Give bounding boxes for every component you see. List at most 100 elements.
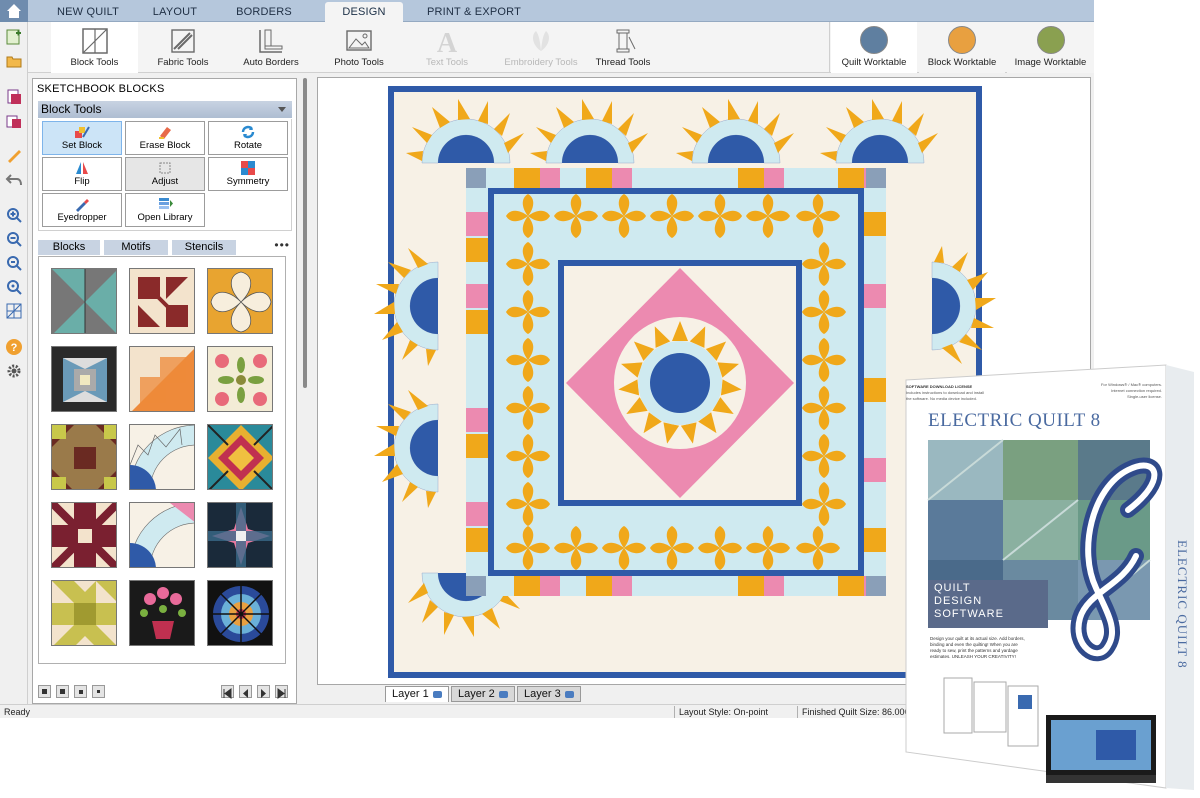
block-thumbnail[interactable]: [129, 268, 195, 334]
block-thumbnail[interactable]: [129, 346, 195, 412]
tab-design[interactable]: DESIGN: [325, 2, 403, 22]
block-thumbnail[interactable]: [207, 580, 273, 646]
view-size-tiny[interactable]: [92, 685, 105, 698]
settings-icon[interactable]: [5, 362, 23, 380]
quilt-size-status: Finished Quilt Size: 86.000: [797, 706, 907, 718]
block-thumbnail[interactable]: [129, 502, 195, 568]
flip-icon: [76, 162, 88, 174]
block-thumbnail[interactable]: [51, 580, 117, 646]
embroidery-tools-label: Embroidery Tools: [504, 57, 578, 68]
requirements-line-3: Single-user license.: [1127, 394, 1162, 399]
open-file-icon[interactable]: [5, 52, 23, 70]
next-page-button[interactable]: [257, 685, 270, 698]
tab-stencils[interactable]: Stencils: [172, 240, 236, 255]
view-size-medium[interactable]: [56, 685, 69, 698]
tab-motifs[interactable]: Motifs: [104, 240, 168, 255]
block-thumbnail[interactable]: [51, 502, 117, 568]
zoom-out-icon[interactable]: [5, 230, 23, 248]
block-thumbnail[interactable]: [207, 346, 273, 412]
home-button[interactable]: [0, 0, 28, 22]
erase-block-label: Erase Block: [139, 140, 191, 151]
save-icon[interactable]: [5, 88, 23, 106]
thread-tools-icon: [616, 29, 636, 53]
pencil-icon[interactable]: [5, 146, 23, 164]
tab-print-export[interactable]: PRINT & EXPORT: [418, 2, 530, 22]
box-subtitle-line-2: DESIGN: [934, 595, 983, 607]
requirements-line-1: For Windows® / Mac® computers.: [1100, 382, 1162, 387]
symmetry-button[interactable]: Symmetry: [208, 157, 288, 191]
license-title: SOFTWARE DOWNLOAD LICENSE: [906, 384, 973, 389]
block-thumbnail[interactable]: [207, 268, 273, 334]
block-worktable-label: Block Worktable: [927, 57, 997, 68]
text-tools-icon: A: [437, 28, 458, 55]
set-block-label: Set Block: [61, 140, 103, 151]
view-size-small[interactable]: [74, 685, 87, 698]
open-library-button[interactable]: Open Library: [125, 193, 205, 227]
tab-layout[interactable]: LAYOUT: [136, 2, 214, 22]
panel-bottom-toolbar: [38, 683, 292, 699]
first-page-button[interactable]: [221, 685, 234, 699]
tab-layer-3[interactable]: Layer 3: [517, 686, 581, 702]
svg-text:?: ?: [11, 342, 18, 354]
set-block-button[interactable]: Set Block: [42, 121, 122, 155]
auto-borders-button[interactable]: Auto Borders: [228, 22, 314, 73]
tab-layer-2[interactable]: Layer 2: [451, 686, 515, 702]
photo-tools-button[interactable]: Photo Tools: [318, 22, 400, 73]
block-worktable-button[interactable]: Block Worktable: [919, 22, 1005, 73]
embroidery-tools-button[interactable]: Embroidery Tools: [491, 22, 591, 73]
erase-block-icon: [159, 127, 171, 139]
block-thumbnail[interactable]: [51, 346, 117, 412]
adjust-label: Adjust: [151, 176, 179, 187]
quilt-worktable-button[interactable]: Quilt Worktable: [831, 22, 917, 73]
last-page-button[interactable]: [275, 685, 288, 699]
layer-1-label: Layer 1: [392, 688, 429, 700]
open-library-icon: [159, 198, 173, 209]
eyedropper-button[interactable]: Eyedropper: [42, 193, 122, 227]
tab-blocks[interactable]: Blocks: [38, 240, 100, 255]
print-icon[interactable]: [5, 112, 23, 130]
adjust-button[interactable]: Adjust: [125, 157, 205, 191]
more-options-button[interactable]: •••: [274, 238, 290, 252]
zoom-in-icon[interactable]: [5, 206, 23, 224]
rotate-button[interactable]: Rotate: [208, 121, 288, 155]
prev-page-button[interactable]: [239, 685, 252, 698]
thread-tools-button[interactable]: Thread Tools: [583, 22, 663, 73]
image-worktable-label: Image Worktable: [1014, 57, 1087, 68]
block-tools-header[interactable]: Block Tools: [38, 101, 292, 118]
zoom-box-icon[interactable]: [5, 278, 23, 296]
block-thumbnail[interactable]: [207, 502, 273, 568]
block-thumbnail[interactable]: [129, 424, 195, 490]
tab-new-quilt[interactable]: NEW QUILT: [40, 2, 136, 22]
embroidery-tools-icon: [533, 31, 549, 51]
block-thumbnail[interactable]: [129, 580, 195, 646]
block-tools-label: Block Tools: [70, 57, 119, 68]
flip-button[interactable]: Flip: [42, 157, 122, 191]
zoom-fit-icon[interactable]: [5, 254, 23, 272]
prev-page-icon: [243, 689, 248, 698]
rotate-label: Rotate: [234, 140, 262, 151]
help-icon[interactable]: ?: [5, 338, 23, 356]
tab-layer-1[interactable]: Layer 1: [385, 686, 449, 702]
fabric-tools-button[interactable]: Fabric Tools: [141, 22, 225, 73]
layer-3-icon: [565, 691, 574, 698]
block-thumbnail[interactable]: [51, 268, 117, 334]
image-worktable-icon: [1036, 26, 1065, 54]
block-thumbnail-selected[interactable]: [51, 424, 117, 490]
tab-borders[interactable]: BORDERS: [220, 2, 308, 22]
symmetry-label: Symmetry: [226, 176, 270, 187]
panel-scrollbar[interactable]: [301, 78, 309, 388]
undo-icon[interactable]: [5, 170, 23, 188]
image-worktable-button[interactable]: Image Worktable: [1007, 22, 1094, 73]
content-tabs: Blocks Motifs Stencils •••: [38, 238, 292, 255]
block-tools-grid: Set Block Erase Block Rotate Flip Adjust…: [38, 119, 292, 231]
box-subtitle-line-3: SOFTWARE: [934, 608, 1004, 620]
add-sketchbook-icon[interactable]: [5, 28, 23, 46]
block-tools-button[interactable]: Block Tools: [51, 22, 138, 73]
view-size-large[interactable]: [38, 685, 51, 698]
erase-block-button[interactable]: Erase Block: [125, 121, 205, 155]
text-tools-button[interactable]: A Text Tools: [406, 22, 488, 73]
symmetry-icon: [241, 161, 255, 175]
sketchbook-blocks-panel: SKETCHBOOK BLOCKS Block Tools Set Block …: [32, 78, 297, 704]
grid-icon[interactable]: [5, 302, 23, 320]
block-thumbnail[interactable]: [207, 424, 273, 490]
